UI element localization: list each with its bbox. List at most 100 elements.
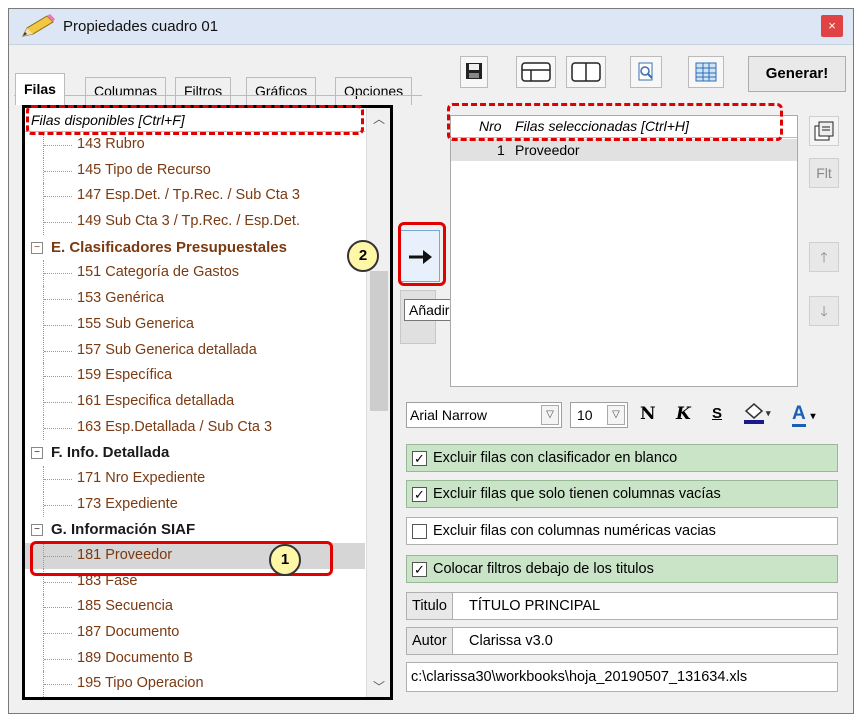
- tree-item[interactable]: 149 Sub Cta 3 / Tp.Rec. / Esp.Det.: [25, 209, 365, 235]
- tree-item[interactable]: 171 Nro Expediente: [25, 465, 365, 492]
- tree-item[interactable]: 183 Fase: [25, 568, 365, 595]
- selected-rows-panel: Nro Filas seleccionadas [Ctrl+H] 1 Prove…: [450, 115, 798, 387]
- tab-columnas[interactable]: Columnas: [85, 77, 167, 105]
- close-button[interactable]: ×: [821, 15, 843, 37]
- font-size-select[interactable]: 10 ▽: [570, 402, 628, 428]
- tree-item[interactable]: 173 Expediente: [25, 491, 365, 518]
- properties-icon: [814, 121, 834, 141]
- author-value[interactable]: Clarissa v3.0: [469, 628, 553, 654]
- tree-item[interactable]: 147 Esp.Det. / Tp.Rec. / Sub Cta 3: [25, 183, 365, 209]
- tree-item[interactable]: 143 Rubro: [25, 132, 365, 158]
- tree-item[interactable]: 159 Específica: [25, 363, 365, 389]
- tree-item[interactable]: 155 Sub Generica: [25, 311, 365, 338]
- tree-item[interactable]: 151 Categoría de Gastos: [25, 260, 365, 286]
- tree-item[interactable]: 153 Genérica: [25, 286, 365, 312]
- available-rows-tree: 143 Rubro 145 Tipo de Recurso 147 Esp.Det.…: [25, 132, 365, 697]
- output-path-field[interactable]: c:\clarissa30\workbooks\hoja_20190507_13…: [406, 662, 838, 692]
- tree-group[interactable]: − F. Info. Detallada: [25, 440, 365, 466]
- fill-color-button[interactable]: ▾: [742, 401, 780, 427]
- tree-item[interactable]: 145 Tipo de Recurso: [25, 157, 365, 184]
- properties-button[interactable]: [809, 116, 839, 146]
- author-field[interactable]: Autor Clarissa v3.0: [406, 627, 838, 655]
- collapse-icon[interactable]: −: [31, 447, 43, 460]
- title-bar[interactable]: Propiedades cuadro 01 ×: [9, 9, 853, 45]
- option-exclude-empty-columns[interactable]: ✓ Excluir filas que solo tienen columnas…: [406, 480, 838, 508]
- collapse-icon[interactable]: −: [31, 241, 43, 254]
- filter-button[interactable]: Flt: [809, 158, 839, 188]
- tab-opciones[interactable]: Opciones: [335, 77, 413, 105]
- save-button[interactable]: [460, 56, 488, 88]
- vertical-scrollbar[interactable]: ︿ ﹀: [366, 108, 390, 697]
- font-color-letter: A: [792, 403, 806, 427]
- move-up-button[interactable]: 🡑: [809, 242, 839, 272]
- chevron-down-icon[interactable]: ▽: [607, 405, 625, 425]
- window-layout-icon: [521, 62, 551, 82]
- tree-item-label: 181 Proveedor: [77, 547, 173, 563]
- chevron-down-icon[interactable]: ▽: [541, 405, 559, 425]
- tree-item[interactable]: 181 Proveedor: [25, 543, 365, 569]
- tree-item[interactable]: 189 Documento B: [25, 645, 365, 672]
- arrow-up-icon: 🡑: [820, 249, 828, 265]
- step-marker-2: 2: [347, 240, 379, 272]
- column-selected-rows: Filas seleccionadas [Ctrl+H]: [515, 118, 689, 134]
- table-grid-icon: [695, 62, 717, 82]
- checkbox-checked-icon[interactable]: ✓: [412, 562, 427, 577]
- tree-item[interactable]: 157 Sub Generica detallada: [25, 337, 365, 364]
- paint-bucket-icon: ▾: [744, 403, 771, 424]
- tree-item-label: 147 Esp.Det. / Tp.Rec. / Sub Cta 3: [77, 187, 300, 204]
- tree-item[interactable]: 163 Esp.Detallada / Sub Cta 3: [25, 414, 365, 441]
- tree-group[interactable]: − E. Clasificadores Presupuestales: [25, 235, 365, 261]
- tree-item[interactable]: 185 Secuencia: [25, 594, 365, 620]
- magnify-page-icon: [638, 62, 653, 81]
- option-label: Excluir filas con columnas numéricas vac…: [433, 523, 716, 539]
- tree-item[interactable]: 195 Tipo Operacion: [25, 671, 365, 697]
- title-value[interactable]: TÍTULO PRINCIPAL: [469, 593, 600, 619]
- available-rows-panel: Filas disponibles [Ctrl+F] 143 Rubro 145 …: [22, 105, 393, 700]
- tab-filas[interactable]: Filas: [15, 73, 65, 105]
- tree-item[interactable]: 161 Especifica detallada: [25, 388, 365, 415]
- checkbox-unchecked-icon[interactable]: [412, 524, 427, 539]
- underline-button[interactable]: S: [712, 401, 722, 427]
- scrollbar-thumb[interactable]: [370, 271, 388, 411]
- author-label: Autor: [407, 628, 453, 654]
- italic-button[interactable]: K: [676, 401, 691, 427]
- option-exclude-blank[interactable]: ✓ Excluir filas con clasificador en blan…: [406, 444, 838, 472]
- table-button[interactable]: [688, 56, 724, 88]
- option-filters-below-titles[interactable]: ✓ Colocar filtros debajo de los titulos: [406, 555, 838, 583]
- tree-item-label: 143 Rubro: [77, 136, 145, 152]
- font-family-select[interactable]: Arial Narrow ▽: [406, 402, 562, 428]
- selected-row[interactable]: 1 Proveedor: [451, 139, 797, 161]
- tree-item-label: 161 Especifica detallada: [77, 392, 235, 409]
- scroll-up-icon[interactable]: ︿: [367, 110, 390, 127]
- tab-filtros[interactable]: Filtros: [175, 77, 232, 105]
- font-color-button[interactable]: A ▾: [792, 401, 832, 427]
- step-marker-1: 1: [269, 544, 301, 576]
- checkbox-checked-icon[interactable]: ✓: [412, 487, 427, 502]
- tab-divider: [14, 95, 422, 96]
- layout-split-button[interactable]: [516, 56, 556, 88]
- title-field[interactable]: Titulo TÍTULO PRINCIPAL: [406, 592, 838, 620]
- checkbox-checked-icon[interactable]: ✓: [412, 451, 427, 466]
- tree-item-label: E. Clasificadores Presupuestales: [51, 238, 287, 256]
- collapse-icon[interactable]: −: [31, 524, 43, 537]
- tree-item[interactable]: 187 Documento: [25, 620, 365, 646]
- tab-graficos[interactable]: Gráficos: [246, 77, 317, 105]
- tree-item-label: 149 Sub Cta 3 / Tp.Rec. / Esp.Det.: [77, 213, 300, 230]
- tree-item-label: F. Info. Detallada: [51, 444, 170, 462]
- option-exclude-numeric-empty[interactable]: Excluir filas con columnas numéricas vac…: [406, 517, 838, 545]
- move-down-button[interactable]: 🡓: [809, 296, 839, 326]
- font-size-value: 10: [577, 407, 593, 423]
- generate-button[interactable]: Generar!: [748, 56, 846, 92]
- selected-row-nro: 1: [497, 142, 505, 158]
- bold-button[interactable]: N: [640, 401, 656, 427]
- tree-group[interactable]: − G. Información SIAF: [25, 517, 365, 543]
- add-row-button[interactable]: [400, 230, 440, 282]
- scroll-down-icon[interactable]: ﹀: [367, 678, 390, 695]
- window-title: Propiedades cuadro 01: [63, 18, 219, 35]
- available-rows-header: Filas disponibles [Ctrl+F]: [25, 110, 365, 132]
- preview-button[interactable]: [630, 56, 662, 88]
- layout-columns-button[interactable]: [566, 56, 606, 88]
- option-label: Colocar filtros debajo de los titulos: [433, 561, 654, 577]
- title-label: Titulo: [407, 593, 453, 619]
- tree-item-label: 145 Tipo de Recurso: [77, 161, 211, 178]
